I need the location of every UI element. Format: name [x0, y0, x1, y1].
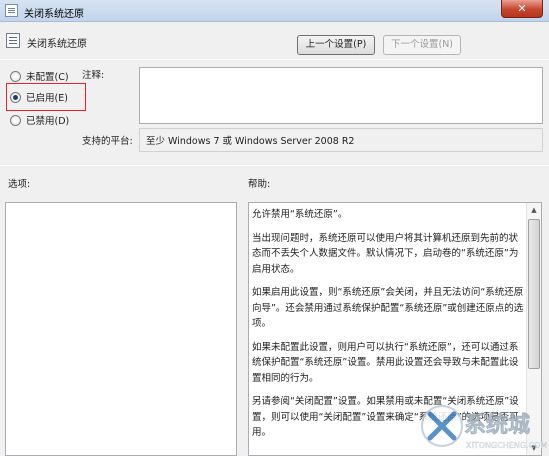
help-label: 帮助: [248, 179, 271, 190]
help-paragraph: 当出现问题时，系统还原可以使用户将其计算机还原到先前的状态而不丢失个人数据文件。… [252, 232, 519, 275]
comment-input[interactable] [139, 67, 543, 124]
options-panel [5, 202, 237, 456]
help-paragraph: 允许禁用“系统还原”。 [252, 209, 348, 220]
radio-not-configured-label: 未配置(C) [26, 72, 69, 83]
policy-name: 关闭系统还原 [27, 39, 87, 50]
window-title: 关闭系统还原 [24, 9, 84, 20]
previous-setting-button[interactable]: 上一个设置(P) [297, 35, 375, 55]
policy-icon [6, 33, 20, 48]
watermark-text: 系统城 [464, 412, 530, 438]
scroll-up-arrow-icon[interactable]: ▲ [527, 203, 541, 217]
middle-divider [0, 165, 549, 166]
scroll-thumb[interactable] [528, 219, 540, 369]
next-setting-button[interactable]: 下一个设置(N) [383, 35, 461, 55]
options-label: 选项: [8, 179, 31, 190]
enabled-highlight-box [6, 83, 86, 111]
radio-disabled[interactable]: 已禁用(D) [10, 113, 69, 127]
platform-field: 至少 Windows 7 或 Windows Server 2008 R2 [139, 128, 543, 152]
platform-label: 支持的平台: [82, 136, 133, 147]
radio-disabled-circle[interactable] [10, 114, 21, 126]
radio-not-configured[interactable]: 未配置(C) [10, 69, 69, 83]
policy-window-icon [5, 4, 18, 17]
help-paragraph: 如果启用此设置，则“系统还原”会关闭，并且无法访问“系统还原向导”。还会禁用通过… [252, 287, 524, 329]
close-button[interactable]: ✕ [501, 0, 543, 18]
title-bar: 关闭系统还原 ✕ [0, 0, 549, 22]
watermark-site: XITONGCHENG.COM [466, 441, 547, 450]
header-divider [0, 59, 549, 60]
help-paragraph: 如果未配置此设置，则用户可以执行“系统还原”，还可以通过系统保护配置“系统还原”… [252, 341, 519, 384]
radio-not-configured-circle[interactable] [10, 70, 21, 82]
watermark-logo: 系统城 XITONGCHENG.COM [421, 405, 548, 450]
comment-label: 注释: [82, 70, 105, 81]
radio-disabled-label: 已禁用(D) [26, 116, 70, 127]
platform-value: 至少 Windows 7 或 Windows Server 2008 R2 [146, 136, 355, 147]
